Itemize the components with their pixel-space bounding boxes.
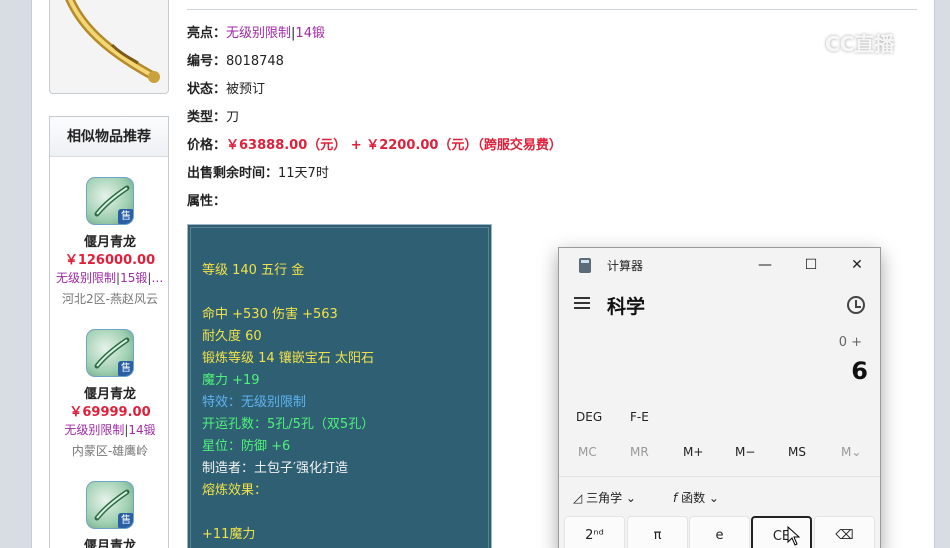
triangle-icon: ◿ — [573, 491, 583, 505]
memory-list-button[interactable]: M⌄ — [841, 445, 861, 459]
attr-holes: 开运孔数：5孔/5孔（双5孔） — [202, 417, 375, 432]
trigonometry-dropdown[interactable]: ◿ 三角学 ⌄ — [573, 489, 636, 506]
function-dropdown[interactable]: f 函数 ⌄ — [673, 489, 719, 506]
highlight-row: 亮点：无级别限制|14锻 — [187, 26, 325, 41]
mr-button[interactable]: MR — [630, 445, 649, 459]
result-display: 6 — [851, 357, 868, 385]
sold-badge: 售 — [118, 361, 133, 376]
id-row: 编号：8018748 — [187, 54, 284, 69]
attr-magic: 魔力 +19 — [202, 373, 260, 388]
mc-button[interactable]: MC — [578, 445, 597, 459]
mouse-cursor-icon — [787, 526, 801, 546]
window-title: 计算器 — [607, 259, 644, 273]
highlight-tag: 无级别限制 — [226, 26, 292, 41]
similar-item-price: ￥126000.00 — [64, 253, 156, 268]
backspace-button[interactable]: ⌫ — [814, 516, 875, 548]
status-row: 状态：被预订 — [187, 82, 266, 97]
similar-item-name[interactable]: 偃月青龙 — [50, 535, 170, 548]
remaining-time: 11天7时 — [278, 166, 329, 181]
dragon-blade-icon[interactable]: 售 — [86, 481, 134, 529]
similar-item-name[interactable]: 偃月青龙 — [50, 383, 170, 402]
watermark: CC直播 — [796, 28, 894, 59]
sold-badge: 售 — [118, 209, 133, 224]
function-icon: f — [673, 491, 678, 505]
item-type: 刀 — [226, 110, 240, 125]
attr-row: 属性： — [187, 194, 227, 209]
close-button[interactable]: ✕ — [834, 248, 880, 282]
m-minus-button[interactable]: M− — [735, 445, 755, 459]
e-button[interactable]: e — [689, 516, 750, 548]
sword-image — [65, 0, 160, 83]
logo-icon — [796, 32, 822, 59]
similar-item-tags: 无级别限制|15锻|力… — [56, 271, 170, 285]
similar-item-server: 内蒙区-雄鹰岭 — [71, 444, 149, 458]
calculator-titlebar[interactable]: 计算器 — ☐ ✕ — [559, 248, 880, 282]
divider — [559, 476, 880, 477]
angle-unit-button[interactable]: DEG — [576, 410, 602, 424]
type-row: 类型：刀 — [187, 110, 240, 125]
highlight-tag: 14锻 — [295, 26, 325, 41]
expression-display: 0 + — [838, 335, 862, 350]
second-button[interactable]: 2ⁿᵈ — [564, 516, 625, 548]
similar-items-panel: 相似物品推荐 售 偃月青龙 ￥126000.00 无级别限制|15锻|力… 河北… — [49, 116, 170, 548]
maximize-button[interactable]: ☐ — [788, 248, 834, 282]
item-price: ￥63888.00（元） + ￥2200.00（元）（跨服交易费） — [226, 138, 562, 153]
m-plus-button[interactable]: M+ — [683, 445, 703, 459]
time-row: 出售剩余时间：11天7时 — [187, 166, 329, 181]
calculator-window: 计算器 — ☐ ✕ 科学 0 + 6 DEG F-E MC MR M+ M− M… — [558, 247, 881, 548]
attr-level: 等级 140 五行 金 — [202, 263, 305, 278]
item-status: 被预订 — [226, 82, 266, 97]
similar-item-tags: 无级别限制|14锻 — [64, 423, 156, 437]
calculator-mode: 科学 — [607, 296, 646, 318]
attr-star: 星位：防御 +6 — [202, 439, 291, 454]
similar-item-name[interactable]: 偃月青龙 — [50, 231, 170, 250]
similar-item-price: ￥69999.00 — [69, 405, 151, 420]
item-image — [49, 0, 169, 94]
attr-melt: 熔炼效果： — [202, 483, 268, 498]
sold-badge: 售 — [118, 513, 133, 528]
chevron-down-icon: ⌄ — [625, 491, 636, 505]
ms-button[interactable]: MS — [788, 445, 806, 459]
history-icon[interactable] — [847, 296, 865, 314]
menu-icon[interactable] — [574, 297, 592, 311]
chevron-down-icon: ⌄ — [708, 491, 719, 505]
minimize-button[interactable]: — — [742, 248, 788, 282]
fe-button[interactable]: F-E — [630, 410, 649, 424]
calculator-icon — [579, 258, 591, 273]
attr-melt-value: +11魔力 — [202, 527, 256, 542]
attr-durability: 耐久度 60 — [202, 329, 262, 344]
attr-forging: 锻炼等级 14 镶嵌宝石 太阳石 — [202, 351, 374, 366]
pi-button[interactable]: π — [627, 516, 688, 548]
price-row: 价格：￥63888.00（元） + ￥2200.00（元）（跨服交易费） — [187, 138, 562, 153]
dragon-blade-icon[interactable]: 售 — [86, 329, 134, 377]
item-id: 8018748 — [226, 54, 284, 69]
attr-special: 特效：无级别限制 — [202, 395, 307, 410]
attribute-box: 等级 140 五行 金 命中 +530 伤害 +563 耐久度 60 锻炼等级 … — [187, 224, 492, 548]
similar-items-title: 相似物品推荐 — [50, 117, 168, 157]
dragon-blade-icon[interactable]: 售 — [86, 177, 134, 225]
similar-item-server: 河北2区-燕赵风云 — [62, 292, 158, 306]
attr-hit: 命中 +530 伤害 +563 — [202, 307, 338, 322]
divider — [187, 9, 917, 10]
clear-entry-button[interactable]: CE — [751, 516, 812, 548]
attr-maker: 制造者：土包子′强化打造 — [202, 461, 348, 476]
